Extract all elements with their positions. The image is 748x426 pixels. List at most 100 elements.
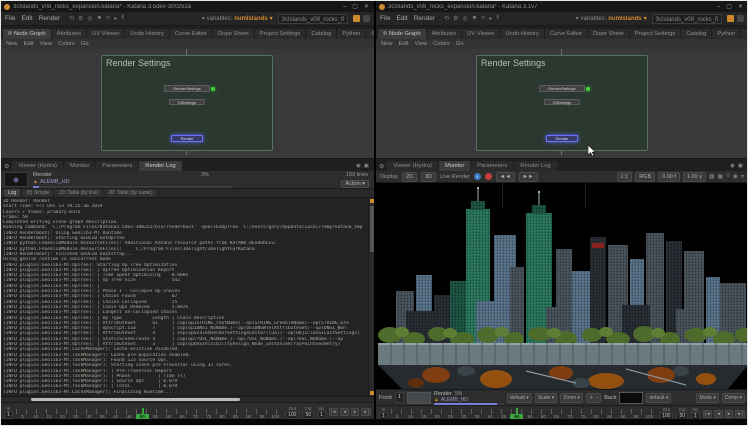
tab-render-log[interactable]: Render Log [139, 161, 181, 171]
node-rendersettings[interactable]: RenderSettings [164, 85, 210, 92]
tab-uv-viewer[interactable]: UV Viewer [87, 29, 124, 39]
tab-dope-sheet[interactable]: Dope Sheet [213, 29, 254, 39]
pause-icon[interactable]: ‖ [121, 15, 123, 22]
view-2d-button[interactable]: 2D [402, 172, 417, 182]
grid-icon[interactable]: ▦ [709, 173, 715, 180]
tab-monitor[interactable]: Monitor [64, 161, 95, 171]
filter-log[interactable]: Log [4, 189, 20, 197]
tab-project-settings[interactable]: Project Settings [630, 29, 681, 39]
gamma-button[interactable]: 1.00 γ [683, 172, 706, 182]
camera-icon[interactable]: ◉ [733, 173, 738, 180]
tab-scene[interactable]: Scene [366, 29, 374, 39]
link-icon[interactable]: ∞ [106, 15, 110, 22]
variables-control[interactable]: ▾ variables: numIslands ▾ [576, 15, 647, 22]
node-render[interactable]: Render [546, 135, 578, 142]
live-render-label[interactable]: Live Render [440, 174, 470, 180]
mode-dropdown[interactable]: Mode ▾ [696, 393, 718, 403]
skip-back-button[interactable]: ◄◄ [496, 172, 515, 182]
scrollbar-thumb[interactable] [31, 398, 240, 401]
scroll-marker-bottom-icon[interactable] [370, 391, 374, 395]
undo-icon[interactable]: ⟲ [69, 15, 74, 22]
frame-field[interactable]: 1 [395, 392, 404, 403]
tab-python[interactable]: Python [337, 29, 365, 39]
tab-render-log[interactable]: Render Log [514, 161, 556, 171]
pause-icon[interactable]: ‖ [496, 15, 498, 22]
current-frame-marker[interactable] [142, 408, 144, 414]
channel-button[interactable]: RGB [635, 172, 655, 182]
tab-project-settings[interactable]: Project Settings [255, 29, 306, 39]
tab-node-graph[interactable]: Node Graph [378, 29, 426, 39]
variables-control[interactable]: ▾ variables: numIslands ▾ [202, 15, 273, 22]
tab-curve-editor[interactable]: Curve Editor [170, 29, 212, 39]
filter-table-by-line[interactable]: 20: Table (by line) [55, 189, 102, 197]
swap-buffers-button[interactable]: ＋ − [586, 393, 601, 403]
close-button[interactable]: ✕ [364, 4, 369, 10]
minimize-button[interactable]: – [343, 4, 346, 10]
pane-gear-icon[interactable]: ⚙ [3, 163, 11, 171]
zoom-dropdown[interactable]: Zoom ▾ [560, 393, 583, 403]
options-caret-icon[interactable]: ▾ [741, 173, 744, 180]
frame-ruler[interactable]: 51015202530354045 50 5560657075808590951… [16, 404, 282, 420]
tab-attributes[interactable]: Attributes [52, 29, 87, 39]
titlebar[interactable]: 3cIslands_v08_rocks_expansion.katana* - … [376, 1, 748, 12]
filter-simple[interactable]: (0) Simple [22, 189, 53, 197]
render-status-icon[interactable] [727, 15, 734, 22]
settings-icon[interactable]: ⚙ [78, 15, 83, 22]
go-to-start-button[interactable]: |◄ [703, 410, 713, 418]
go-to-end-button[interactable]: ►| [735, 410, 745, 418]
node-graph-panel[interactable]: NewEditViewColorsGo Render Settings Rend… [1, 39, 374, 159]
maximize-button[interactable]: ▢ [726, 4, 732, 10]
tab-undo-history[interactable]: Undo History [500, 29, 544, 39]
node-render[interactable]: Render [171, 135, 203, 142]
in-field[interactable]: 1 [4, 411, 13, 419]
layers-icon[interactable]: ≡ [726, 173, 730, 180]
render-icon[interactable]: ▸ [489, 15, 492, 22]
render-thumbnail[interactable]: ◆ [4, 172, 28, 187]
action-button[interactable]: Action ▾ [341, 180, 369, 188]
scrollbar-thumb[interactable] [370, 206, 374, 252]
undo-icon[interactable]: ⟲ [444, 15, 449, 22]
close-button[interactable]: ✕ [738, 4, 743, 10]
tab-parameters[interactable]: Parameters [471, 161, 513, 171]
step-back-button[interactable]: ◄ [340, 408, 348, 416]
filename-field[interactable]: 3cIslands_v08_rocks_fl [278, 14, 348, 24]
fstop-button[interactable]: 0.00 f [658, 172, 680, 182]
increment-field[interactable]: 1 [317, 411, 326, 419]
filename-field[interactable]: 3cIslands_v08_rocks_fl [652, 14, 722, 24]
detach-icon[interactable]: ▣ [364, 163, 369, 169]
zoom-level-button[interactable]: 1:1 [617, 172, 633, 182]
render-status-icon[interactable] [353, 15, 360, 22]
snapshot-icon[interactable]: ▣ [718, 173, 724, 180]
pause-icon[interactable]: ‖ [474, 173, 481, 180]
tab-scene[interactable]: Scene [741, 29, 748, 39]
view-led-icon[interactable] [211, 87, 215, 91]
play-button[interactable]: ► [725, 410, 733, 418]
tab-catalog[interactable]: Catalog [681, 29, 711, 39]
node-dlsettings[interactable]: DlSettings [544, 99, 580, 105]
stop-render-icon[interactable] [737, 15, 744, 22]
current-frame-marker[interactable] [516, 408, 518, 414]
view-led-icon[interactable] [586, 87, 590, 91]
tab-viewer-hydra[interactable]: Viewer (Hydra) [12, 161, 63, 171]
titlebar[interactable]: 3cIslands_v08_rocks_expansion.katana* - … [1, 1, 374, 12]
maximize-button[interactable]: ▢ [352, 4, 358, 10]
monitor-canvas[interactable] [376, 183, 748, 389]
tab-curve-editor[interactable]: Curve Editor [545, 29, 587, 39]
pane-gear-icon[interactable]: ⚙ [378, 163, 386, 171]
back-aov-dropdown[interactable]: default ▾ [646, 393, 671, 403]
skip-forward-button[interactable]: ►► [519, 172, 538, 182]
tab-attributes[interactable]: Attributes [427, 29, 462, 39]
node-rendersettings[interactable]: RenderSettings [539, 85, 585, 92]
tab-parameters[interactable]: Parameters [96, 161, 138, 171]
tab-undo-history[interactable]: Undo History [125, 29, 169, 39]
node-graph-panel[interactable]: NewEditViewColorsGo Render Settings Rend… [376, 39, 748, 159]
settings-icon[interactable]: ⚙ [453, 15, 458, 22]
step-back-button[interactable]: ◄ [714, 410, 722, 418]
tab-uv-viewer[interactable]: UV Viewer [462, 29, 499, 39]
link-icon[interactable]: ∞ [481, 15, 485, 22]
front-aov-dropdown[interactable]: default ▾ [507, 393, 532, 403]
tab-catalog[interactable]: Catalog [306, 29, 336, 39]
front-buffer-thumbnail[interactable] [407, 392, 431, 404]
tab-dope-sheet[interactable]: Dope Sheet [588, 29, 629, 39]
stop-render-icon[interactable] [363, 15, 370, 22]
